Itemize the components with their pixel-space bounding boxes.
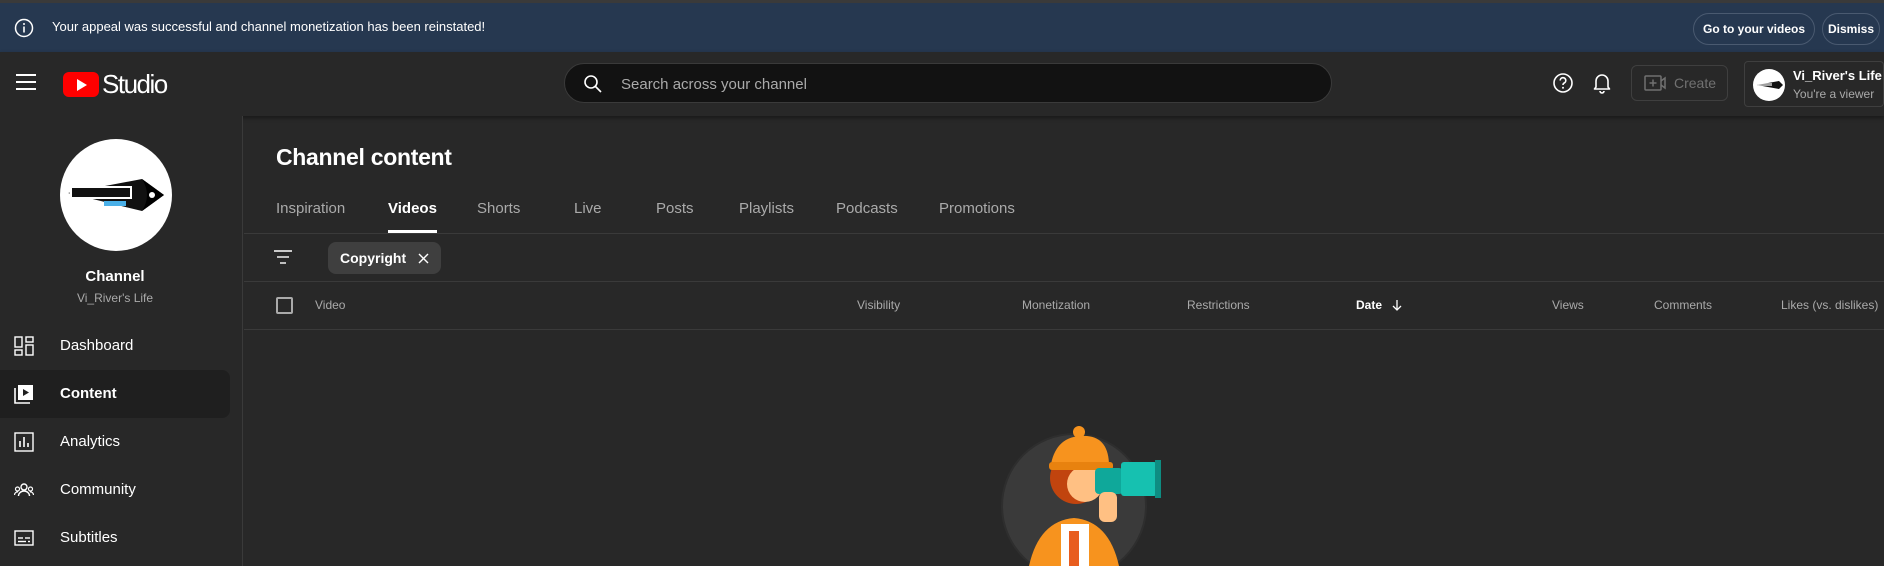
column-header-comments[interactable]: Comments: [1654, 298, 1712, 312]
logo-text: Studio: [102, 69, 168, 99]
banner-message: Your appeal was successful and channel m…: [52, 19, 486, 34]
sidebar-item-subtitles[interactable]: Subtitles: [0, 514, 230, 562]
select-all-checkbox[interactable]: [276, 297, 293, 314]
column-header-visibility[interactable]: Visibility: [857, 298, 900, 312]
search-input[interactable]: Search across your channel: [621, 76, 807, 93]
community-icon: [14, 483, 34, 497]
sidebar-item-label: Dashboard: [60, 337, 134, 354]
filter-icon[interactable]: [274, 250, 292, 264]
account-switcher[interactable]: Vi_River's Life You're a viewer: [1744, 61, 1884, 107]
column-header-likes[interactable]: Likes (vs. dislikes): [1781, 298, 1878, 312]
tab-live[interactable]: Live: [574, 200, 602, 217]
notification-banner: Your appeal was successful and channel m…: [0, 0, 1884, 52]
sidebar-item-content[interactable]: Content: [0, 370, 230, 418]
tab-inspiration[interactable]: Inspiration: [276, 200, 345, 217]
go-to-your-videos-button[interactable]: Go to your videos: [1693, 13, 1815, 45]
search-box[interactable]: Search across your channel: [564, 63, 1332, 103]
close-icon[interactable]: [418, 253, 429, 264]
tab-playlists[interactable]: Playlists: [739, 200, 794, 217]
sidebar-item-label: Content: [60, 385, 117, 402]
dashboard-icon: [14, 336, 34, 356]
create-label: Create: [1674, 75, 1717, 91]
tab-podcasts[interactable]: Podcasts: [836, 200, 898, 217]
sidebar-item-dashboard[interactable]: Dashboard: [0, 322, 230, 370]
channel-name: Vi_River's Life: [76, 291, 154, 305]
page-title: Channel content: [276, 144, 452, 170]
sidebar-item-label: Community: [60, 481, 136, 498]
tab-posts[interactable]: Posts: [656, 200, 694, 217]
empty-state-illustration: [1001, 426, 1161, 566]
filter-divider: [244, 281, 1884, 282]
account-name: Vi_River's Life: [1793, 68, 1882, 83]
column-header-date[interactable]: Date: [1356, 298, 1403, 312]
column-header-views[interactable]: Views: [1552, 298, 1584, 312]
tabs-divider: [244, 233, 1884, 234]
filter-chip-copyright[interactable]: Copyright: [328, 242, 442, 274]
arrow-down-icon: [1392, 300, 1402, 311]
column-header-restrictions[interactable]: Restrictions: [1187, 298, 1250, 312]
subtitles-icon: [14, 530, 34, 546]
channel-title: Channel: [85, 268, 145, 285]
sidebar-item-analytics[interactable]: Analytics: [0, 418, 230, 466]
sidebar-item-label: Analytics: [60, 433, 121, 450]
top-app-bar: Studio Search across your channel Create: [0, 52, 1884, 116]
account-avatar: [1753, 69, 1785, 101]
help-icon[interactable]: [1552, 72, 1574, 94]
analytics-icon: [14, 432, 34, 452]
search-icon: [584, 75, 602, 93]
sidebar-item-community[interactable]: Community: [0, 466, 230, 514]
channel-avatar[interactable]: [60, 139, 172, 251]
account-role: You're a viewer: [1793, 87, 1875, 101]
sidebar-item-label: Subtitles: [60, 529, 118, 546]
create-button[interactable]: Create: [1631, 65, 1728, 101]
tab-shorts[interactable]: Shorts: [477, 200, 520, 217]
dismiss-button[interactable]: Dismiss: [1822, 13, 1880, 45]
header-divider: [244, 329, 1884, 330]
info-icon: [14, 18, 34, 38]
column-header-monetization[interactable]: Monetization: [1022, 298, 1090, 312]
menu-icon[interactable]: [16, 74, 36, 90]
content-icon: [14, 385, 33, 404]
studio-logo[interactable]: Studio: [63, 69, 168, 100]
notifications-icon[interactable]: [1592, 72, 1612, 94]
column-header-date-label: Date: [1356, 298, 1383, 312]
sidebar: Channel Vi_River's Life Dashboard Conten…: [0, 116, 243, 566]
create-icon: [1644, 75, 1666, 91]
column-header-video[interactable]: Video: [315, 298, 345, 312]
tab-videos[interactable]: Videos: [388, 200, 437, 233]
main-content: Channel content Inspiration Videos Short…: [244, 116, 1884, 566]
youtube-play-icon: [63, 72, 99, 97]
tab-promotions[interactable]: Promotions: [939, 200, 1015, 217]
filter-chip-label: Copyright: [340, 250, 407, 266]
